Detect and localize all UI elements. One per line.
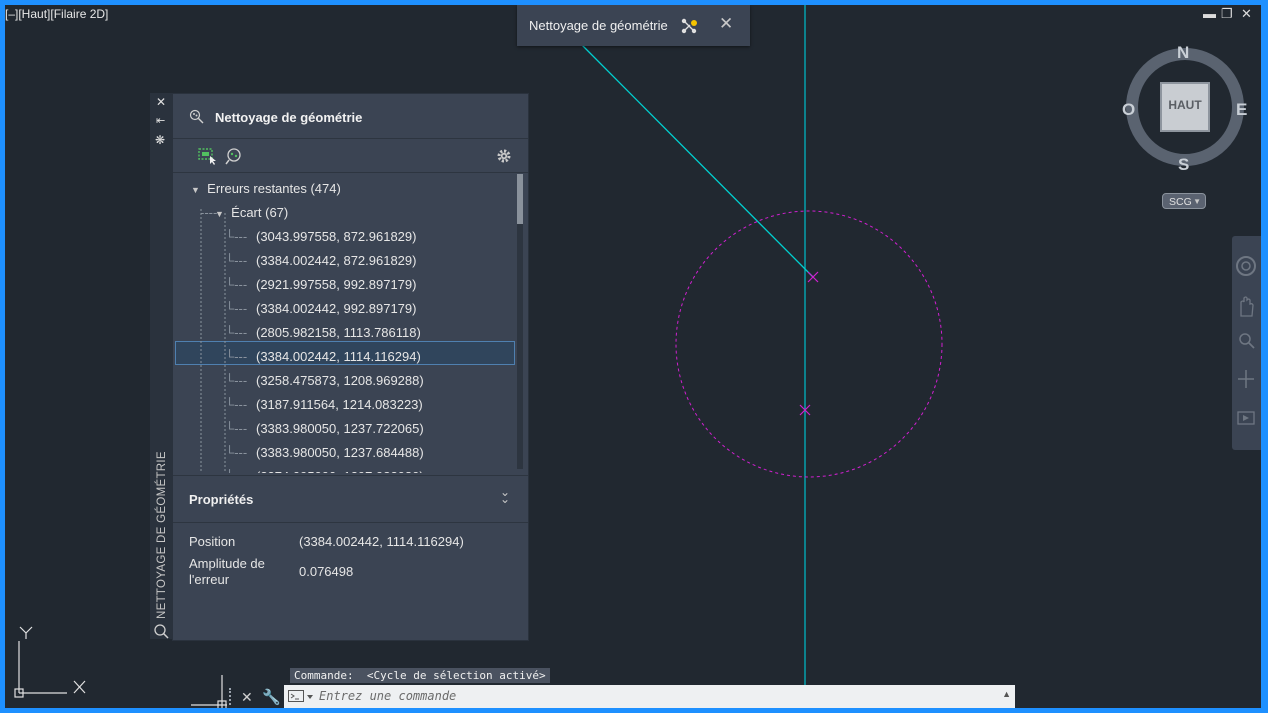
- collapse-icon[interactable]: ⌄ ⌄: [500, 486, 510, 505]
- viewcube-face-label: HAUT: [1168, 98, 1202, 112]
- tree-item[interactable]: (3374.095000, 1297.982080): [256, 465, 424, 473]
- tree-item[interactable]: (2805.982158, 1113.786118): [256, 321, 421, 345]
- palette-vertical-title: NETTOYAGE DE GÉOMÉTRIE: [156, 451, 168, 619]
- ucs-menu[interactable]: SCG ▼: [1162, 193, 1206, 209]
- palette-properties-icon[interactable]: ❋: [155, 133, 165, 147]
- ucs-icon: [14, 626, 86, 698]
- grip-handle[interactable]: [229, 688, 234, 705]
- palette-side-strip[interactable]: ✕ ⇤ ❋ NETTOYAGE DE GÉOMÉTRIE: [150, 93, 172, 639]
- toolbar-tab-title: Nettoyage de géométrie: [529, 18, 668, 33]
- tree-connector: └---: [225, 229, 248, 244]
- cleanup-search-icon: [189, 109, 204, 124]
- properties-title: Propriétés: [189, 492, 254, 507]
- viewcube-top-face[interactable]: HAUT: [1160, 82, 1210, 132]
- tree-connector: └---: [225, 349, 248, 364]
- tree-item[interactable]: (3383.980050, 1237.684488): [256, 441, 424, 465]
- tree-item[interactable]: (3187.911564, 1214.083223): [256, 393, 423, 417]
- wrench-icon[interactable]: 🔧: [262, 688, 281, 706]
- palette-toolbar: [173, 139, 528, 173]
- command-history: Commande: <Cycle de sélection activé>: [290, 668, 550, 683]
- tree-item[interactable]: (3258.475873, 1208.969288): [256, 369, 424, 393]
- ucs-menu-label: SCG: [1169, 196, 1192, 208]
- gear-icon[interactable]: [495, 147, 513, 165]
- tree-item[interactable]: (3384.002442, 992.897179): [256, 297, 416, 321]
- tree-connector: └---: [225, 373, 248, 388]
- detect-errors-icon[interactable]: [225, 147, 245, 165]
- tree-connector: └---: [225, 445, 248, 460]
- close-icon[interactable]: ✕: [241, 689, 253, 706]
- prop-label-amplitude: Amplitude de l'erreur: [189, 556, 265, 587]
- tree-connector: └---: [225, 301, 248, 316]
- error-marker-1: [807, 271, 819, 283]
- tree-connector: └---: [225, 421, 248, 436]
- tree-connector: └---: [225, 465, 247, 473]
- command-line-grip: ✕ 🔧: [225, 687, 281, 708]
- scrollbar-thumb[interactable]: [517, 174, 523, 224]
- chevron-down-icon: ▼: [1193, 197, 1201, 206]
- diagonal-cyan-line: [579, 42, 814, 278]
- compass-east[interactable]: E: [1236, 100, 1247, 120]
- search-icon[interactable]: [153, 623, 169, 639]
- error-tree: ▼ Erreurs restantes (474) ---- ▼ Écart (…: [173, 173, 528, 473]
- command-input-bar[interactable]: Entrez une commande ▲: [284, 685, 1015, 708]
- palette-title: Nettoyage de géométrie: [215, 110, 363, 125]
- prop-label-position: Position: [189, 534, 236, 549]
- geometry-cleanup-bulb-icon[interactable]: [680, 17, 698, 35]
- drawing-viewport[interactable]: [–][Haut][Filaire 2D] ▬ ❐ ✕ Nettoyage de…: [5, 5, 1261, 708]
- select-objects-icon[interactable]: [197, 147, 217, 165]
- command-prompt-icon[interactable]: [288, 690, 314, 703]
- geometry-cleanup-toolbar-tab[interactable]: Nettoyage de géométrie ✕: [517, 5, 750, 46]
- viewcube[interactable]: HAUT N S E O: [1120, 43, 1252, 175]
- navigation-bar: [1232, 236, 1261, 450]
- cursor-crosshair: [191, 675, 227, 708]
- chevron-up-icon[interactable]: ▲: [1002, 689, 1011, 699]
- tree-item[interactable]: (3384.002442, 872.961829): [256, 249, 416, 273]
- tree-item[interactable]: (3383.980050, 1237.722065): [256, 417, 424, 441]
- tree-connector: └---: [225, 325, 248, 340]
- tree-connector: └---: [225, 397, 248, 412]
- tree-connector: └---: [225, 253, 248, 268]
- tree-lines: [200, 209, 226, 473]
- palette-close-icon[interactable]: ✕: [156, 95, 166, 109]
- prop-value-position: (3384.002442, 1114.116294): [299, 534, 464, 549]
- palette-autohide-icon[interactable]: ⇤: [156, 114, 165, 127]
- palette-title-bar: Nettoyage de géométrie: [173, 94, 528, 139]
- properties-header[interactable]: Propriétés ⌄ ⌄: [173, 475, 528, 523]
- command-input[interactable]: Entrez une commande: [319, 689, 456, 703]
- tree-item-selected[interactable]: (3384.002442, 1114.116294): [256, 345, 421, 369]
- compass-west[interactable]: O: [1122, 100, 1135, 120]
- tree-item[interactable]: (3043.997558, 872.961829): [256, 225, 416, 249]
- tree-connector: └---: [225, 277, 248, 292]
- navbar-icons: [1236, 256, 1256, 425]
- tree-item[interactable]: (2921.997558, 992.897179): [256, 273, 416, 297]
- geometry-cleanup-palette: Nettoyage de géométrie ▼ Erreurs restant…: [172, 93, 529, 641]
- compass-north[interactable]: N: [1177, 43, 1189, 63]
- compass-south[interactable]: S: [1178, 155, 1189, 175]
- prop-value-amplitude: 0.076498: [299, 564, 354, 579]
- tree-scrollbar[interactable]: [517, 174, 523, 469]
- close-icon[interactable]: ✕: [719, 14, 733, 34]
- magenta-circle: [675, 210, 943, 478]
